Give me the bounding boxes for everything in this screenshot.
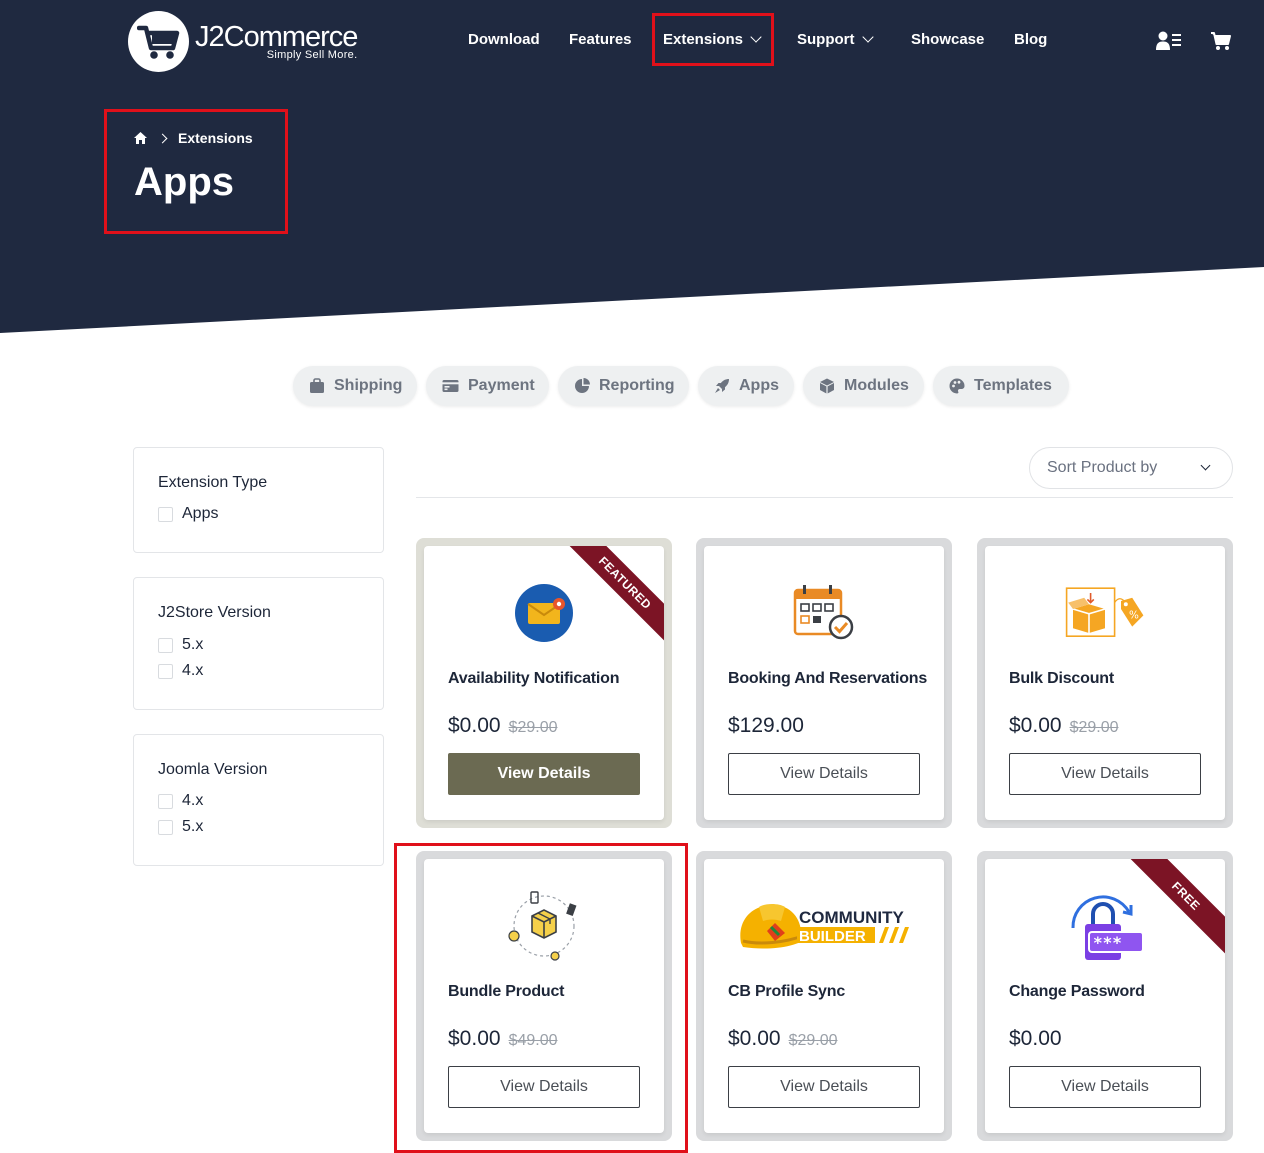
tab-apps[interactable]: Apps [698, 366, 794, 406]
filter-extension-type: Extension Type Apps [133, 447, 384, 553]
tab-reporting[interactable]: Reporting [558, 366, 689, 406]
product-title[interactable]: Availability Notification [448, 670, 620, 688]
site-logo[interactable]: J2Commerce Simply Sell More. [128, 11, 358, 72]
price: $129.00 [728, 714, 804, 737]
cart-logo-icon [128, 11, 189, 72]
view-details-button[interactable]: View Details [1009, 1066, 1201, 1108]
price: $0.00 $29.00 [728, 1027, 838, 1050]
tab-modules[interactable]: Modules [803, 366, 924, 406]
product-title[interactable]: Bulk Discount [1009, 670, 1114, 688]
nav-support[interactable]: Support [797, 31, 874, 48]
highlight-box-title [104, 109, 288, 234]
highlight-box-extensions [652, 13, 774, 66]
sort-dropdown[interactable]: Sort Product by [1029, 447, 1233, 489]
price: $0.00 [1009, 1027, 1062, 1050]
price: $0.00 $29.00 [448, 714, 558, 737]
envelope-bell-icon [504, 578, 584, 648]
filter-j2store-version: J2Store Version 5.x 4.x [133, 577, 384, 710]
old-price: $29.00 [1069, 719, 1119, 736]
cart-icon[interactable] [1210, 31, 1232, 56]
checkbox[interactable] [158, 506, 173, 522]
filter-option-4x[interactable]: 4.x [158, 792, 203, 810]
filter-title: Joomla Version [158, 761, 268, 778]
filter-option-5x[interactable]: 5.x [158, 636, 203, 654]
product-card: Booking And Reservations $129.00 View De… [696, 538, 952, 828]
price: $0.00 $29.00 [1009, 714, 1119, 737]
filter-title: J2Store Version [158, 604, 271, 621]
nav-blog[interactable]: Blog [1014, 31, 1047, 48]
svg-text:***: *** [1093, 933, 1122, 952]
product-title[interactable]: CB Profile Sync [728, 983, 845, 1001]
filter-joomla-version: Joomla Version 4.x 5.x [133, 734, 384, 866]
old-price: $29.00 [788, 1032, 838, 1049]
filter-option-apps[interactable]: Apps [158, 505, 218, 523]
palette-icon [949, 378, 965, 394]
product-card: % Bulk Discount $0.00 $29.00 View Details [977, 538, 1233, 828]
tab-shipping[interactable]: Shipping [293, 366, 417, 406]
logo-line-2: BUILDER [799, 928, 866, 945]
filter-option-4x[interactable]: 4.x [158, 662, 203, 680]
view-details-button[interactable]: View Details [1009, 753, 1201, 795]
tab-payment[interactable]: Payment [426, 366, 549, 406]
divider [416, 497, 1233, 498]
cube-icon [820, 378, 834, 394]
product-title[interactable]: Change Password [1009, 983, 1145, 1001]
highlight-box-bundle-product [394, 843, 688, 1153]
view-details-button[interactable]: View Details [728, 1066, 920, 1108]
filter-title: Extension Type [158, 474, 268, 491]
tab-templates[interactable]: Templates [933, 366, 1069, 406]
svg-text:%: % [1129, 610, 1139, 622]
sort-label: Sort Product by [1047, 459, 1158, 476]
calendar-check-icon [784, 578, 864, 648]
checkbox[interactable] [158, 663, 173, 679]
logo-name: J2Commerce [195, 21, 358, 53]
nav-download[interactable]: Download [468, 31, 540, 48]
logo-line-1: COMMUNITY [799, 908, 904, 927]
checkbox[interactable] [158, 637, 173, 653]
product-card: *** Change Password $0.00 View Details F… [977, 851, 1233, 1141]
chevron-down-icon [1200, 460, 1211, 471]
lock-password-icon: *** [1065, 891, 1145, 961]
old-price: $29.00 [508, 719, 558, 736]
box-discount-icon: % [1065, 578, 1145, 648]
chevron-down-icon [861, 31, 874, 43]
product-card: Availability Notification $0.00 $29.00 Vi… [416, 538, 672, 828]
product-card: COMMUNITY BUILDER CB Profile Sync $0.00 $… [696, 851, 952, 1141]
credit-card-icon [442, 380, 459, 392]
view-details-button[interactable]: View Details [728, 753, 920, 795]
checkbox[interactable] [158, 819, 173, 835]
rocket-icon [715, 379, 729, 393]
user-account-icon[interactable] [1156, 31, 1182, 56]
nav-features[interactable]: Features [569, 31, 632, 48]
community-builder-icon: COMMUNITY BUILDER [729, 891, 919, 961]
nav-showcase[interactable]: Showcase [911, 31, 984, 48]
view-details-button[interactable]: View Details [448, 753, 640, 795]
pie-chart-icon [575, 378, 590, 393]
shopping-bag-icon [310, 378, 324, 393]
product-title[interactable]: Booking And Reservations [728, 670, 927, 688]
checkbox[interactable] [158, 793, 173, 809]
filter-option-5x[interactable]: 5.x [158, 818, 203, 836]
